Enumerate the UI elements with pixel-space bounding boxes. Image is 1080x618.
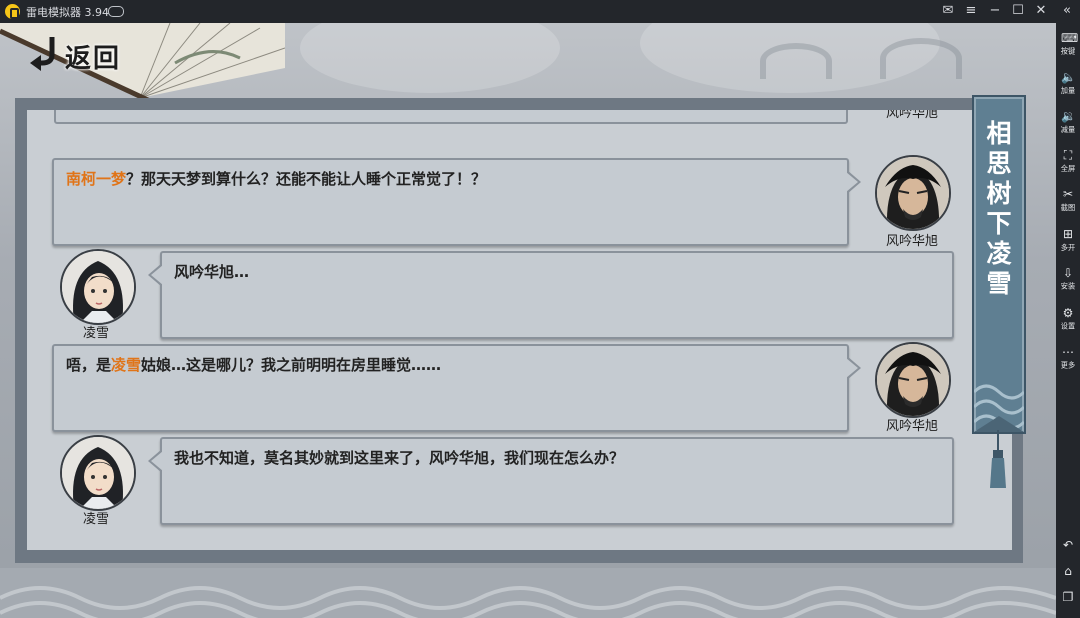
maximize-icon[interactable]: ☐ xyxy=(1010,3,1026,19)
message-text: 我也不知道，莫名其妙就到这里来了，风吟华旭，我们现在怎么办？ xyxy=(174,449,625,467)
wave-decoration xyxy=(760,43,832,79)
gamepad-icon[interactable] xyxy=(108,6,124,17)
back-label: 返回 xyxy=(65,44,122,74)
sidebar-item-install[interactable]: ⇩ 安装 xyxy=(1056,266,1080,292)
multi-instance-icon: ⊞ xyxy=(1062,227,1074,241)
mail-icon[interactable]: ✉ xyxy=(940,3,956,19)
apk-install-icon: ⇩ xyxy=(1062,266,1074,280)
return-arrow-icon xyxy=(30,37,55,71)
android-recents-button[interactable]: ❐ xyxy=(1056,590,1080,604)
chapter-title: 相思树下凌雪 xyxy=(986,119,1012,298)
previous-bubble-fragment xyxy=(54,110,848,124)
app-logo-icon xyxy=(5,4,20,19)
close-icon[interactable]: ✕ xyxy=(1033,3,1049,19)
minimize-icon[interactable]: − xyxy=(987,3,1003,19)
tassel-decoration xyxy=(990,430,1006,488)
speech-bubble: 风吟华旭… xyxy=(148,251,954,339)
sidebar-item-multi-instance[interactable]: ⊞ 多开 xyxy=(1056,227,1080,253)
back-arrow-icon: ↶ xyxy=(1062,538,1074,552)
collapse-sidebar-icon[interactable]: « xyxy=(1059,3,1075,19)
volume-up-icon: 🔈 xyxy=(1061,70,1076,84)
speaker-name: 凌雪 xyxy=(82,512,109,527)
wave-pattern-decoration xyxy=(974,384,1024,432)
emulator-title-bar: 雷电模拟器 3.94 ✉ ≡ − ☐ ✕ « xyxy=(0,0,1080,23)
emulator-sidebar: ⌨ 按键 🔈 加量 🔉 减量 ⛶ 全屏 ✂ 截图 ⊞ 多开 ⇩ 安装 ⚙ 设置 … xyxy=(1056,23,1080,618)
avatar-fengyin-huaxu xyxy=(875,155,951,231)
speaker-name: 凌雪 xyxy=(82,326,109,341)
sidebar-item-keyboard[interactable]: ⌨ 按键 xyxy=(1056,31,1080,57)
fullscreen-icon: ⛶ xyxy=(1063,148,1073,162)
keyboard-icon: ⌨ xyxy=(1061,31,1079,45)
speaker-name: 风吟华旭 xyxy=(885,234,938,249)
sidebar-item-volume-up[interactable]: 🔈 加量 xyxy=(1056,70,1080,96)
sidebar-item-fullscreen[interactable]: ⛶ 全屏 xyxy=(1056,148,1080,174)
dialog-log-panel[interactable]: 风吟华旭 南柯一梦？那天天梦到算什么？还能不能让人睡个正常觉了！？ 风吟华旭 凌… xyxy=(27,110,1012,550)
android-home-button[interactable]: ⌂ xyxy=(1056,564,1080,578)
recents-icon: ❐ xyxy=(1062,590,1074,604)
speech-bubble: 我也不知道，莫名其妙就到这里来了，风吟华旭，我们现在怎么办？ xyxy=(148,437,954,525)
wave-decoration xyxy=(880,38,962,79)
menu-icon[interactable]: ≡ xyxy=(963,3,979,19)
sidebar-item-more[interactable]: ⋯ 更多 xyxy=(1056,345,1080,371)
home-icon: ⌂ xyxy=(1064,564,1072,578)
speaker-name: 风吟华旭 xyxy=(885,110,938,121)
game-screen: 返回 风吟华旭 南柯一梦？那天天梦到算什么？还能不能让人睡个正常觉了！？ 风吟华… xyxy=(0,23,1056,618)
message-text: 风吟华旭… xyxy=(174,263,250,281)
sidebar-item-settings[interactable]: ⚙ 设置 xyxy=(1056,306,1080,332)
speech-bubble: 南柯一梦？那天天梦到算什么？还能不能让人睡个正常觉了！？ xyxy=(52,158,861,246)
android-back-button[interactable]: ↶ xyxy=(1056,538,1080,552)
volume-down-icon: 🔉 xyxy=(1061,109,1076,123)
avatar-ling-xue xyxy=(60,249,136,325)
back-button[interactable]: 返回 xyxy=(20,31,140,77)
sidebar-item-volume-down[interactable]: 🔉 减量 xyxy=(1056,109,1080,135)
sidebar-item-screenshot[interactable]: ✂ 截图 xyxy=(1056,187,1080,213)
speech-bubble: 唔，是凌雪姑娘…这是哪儿？我之前明明在房里睡觉…… xyxy=(52,344,861,432)
message-text: 唔，是凌雪姑娘…这是哪儿？我之前明明在房里睡觉…… xyxy=(66,356,442,374)
speaker-name: 风吟华旭 xyxy=(885,419,938,434)
scissors-icon: ✂ xyxy=(1062,187,1074,201)
cloud-decoration xyxy=(300,23,560,93)
more-icon: ⋯ xyxy=(1062,345,1074,359)
bottom-wave-decoration xyxy=(0,568,1056,618)
gear-icon: ⚙ xyxy=(1062,306,1074,320)
avatar-ling-xue xyxy=(60,435,136,511)
app-title: 雷电模拟器 3.94 xyxy=(26,6,109,19)
message-text: 南柯一梦？那天天梦到算什么？还能不能让人睡个正常觉了！？ xyxy=(66,170,487,188)
chapter-title-banner: 相思树下凌雪 xyxy=(972,95,1026,434)
avatar-fengyin-huaxu xyxy=(875,342,951,418)
